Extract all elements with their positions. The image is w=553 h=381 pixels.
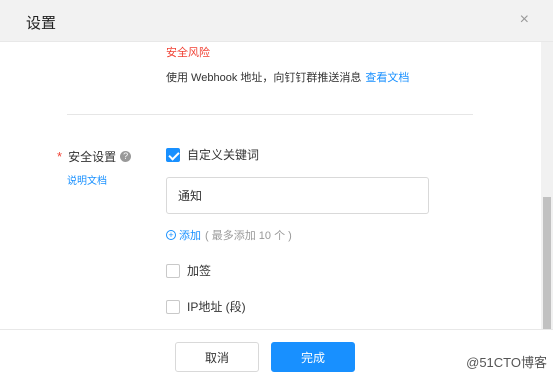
webhook-description: 使用 Webhook 地址，向钉钉群推送消息 查看文档 — [166, 69, 409, 85]
required-mark: * — [57, 149, 63, 164]
dialog-body[interactable]: 安全风险 使用 Webhook 地址，向钉钉群推送消息 查看文档 * 安全设置 ?… — [0, 42, 541, 329]
webhook-text: 使用 Webhook 地址，向钉钉群推送消息 — [166, 72, 362, 84]
option-custom-keyword[interactable]: 自定义关键词 — [166, 146, 259, 163]
scrollbar-thumb[interactable] — [543, 197, 551, 329]
option-custom-keyword-label: 自定义关键词 — [187, 148, 260, 162]
vertical-scrollbar[interactable] — [541, 42, 553, 329]
help-icon[interactable]: ? — [120, 151, 132, 162]
security-risk-link[interactable]: 安全风险 — [166, 44, 210, 60]
instructions-doc-link[interactable]: 说明文档 — [67, 172, 107, 187]
checkbox-checked-icon[interactable] — [166, 147, 180, 162]
finish-button[interactable]: 完成 — [271, 342, 355, 372]
keyword-input[interactable] — [166, 177, 429, 214]
view-docs-link[interactable]: 查看文档 — [365, 72, 409, 84]
watermark: @51CTO博客 — [466, 355, 547, 370]
option-signature[interactable]: 加签 — [166, 262, 211, 279]
checkbox-unchecked-icon[interactable] — [166, 263, 180, 278]
close-icon[interactable]: × — [520, 11, 529, 29]
dialog-header: 设置 × — [0, 0, 553, 42]
section-divider — [67, 114, 473, 115]
add-limit-hint: ( 最多添加 10 个 ) — [205, 230, 292, 242]
security-settings-text: 安全设置 — [68, 150, 117, 164]
option-signature-label: 加签 — [187, 264, 212, 278]
option-ip-address-label: IP地址 (段) — [187, 300, 246, 314]
add-keyword-row: + 添加 ( 最多添加 10 个 ) — [166, 227, 292, 243]
option-ip-address[interactable]: IP地址 (段) — [166, 298, 246, 315]
add-keyword-link[interactable]: 添加 — [179, 227, 201, 243]
add-circle-icon[interactable]: + — [166, 230, 176, 240]
settings-dialog: 设置 × 安全风险 使用 Webhook 地址，向钉钉群推送消息 查看文档 * 安… — [0, 0, 553, 381]
security-settings-label: * 安全设置 ? — [57, 148, 132, 165]
checkbox-unchecked-icon[interactable] — [166, 299, 180, 314]
cancel-button[interactable]: 取消 — [175, 342, 259, 372]
dialog-title: 设置 — [26, 15, 57, 32]
